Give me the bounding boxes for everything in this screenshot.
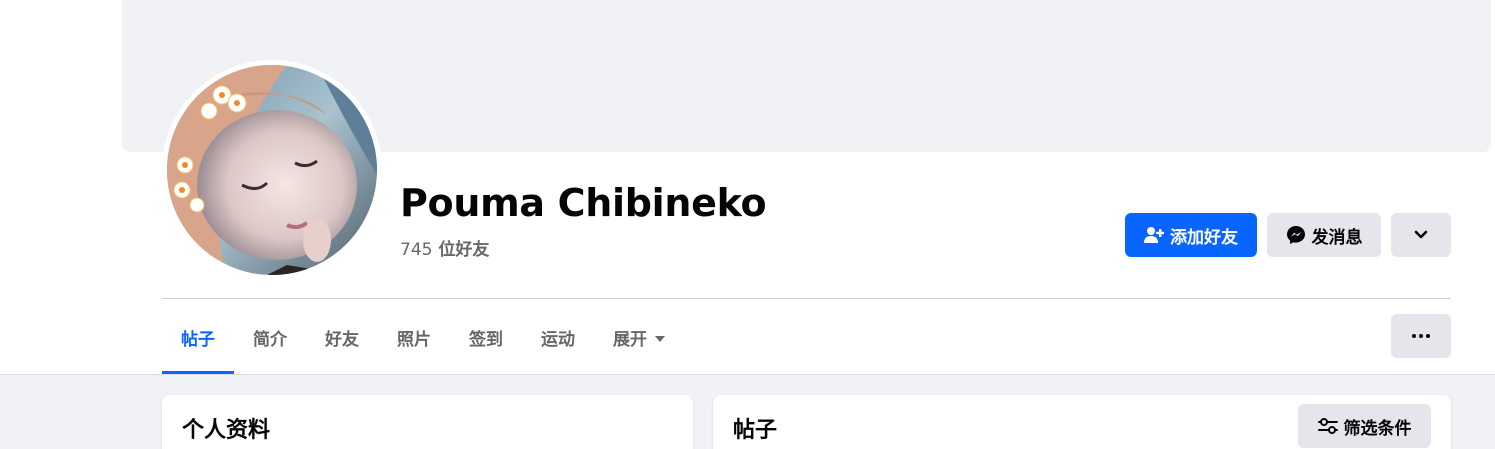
tab-label: 简介 [253, 329, 287, 350]
profile-name: Pouma Chibineko [400, 181, 767, 225]
add-friend-button[interactable]: 添加好友 [1125, 213, 1257, 257]
tab-posts[interactable]: 帖子 [162, 300, 234, 374]
more-options-button[interactable] [1391, 314, 1451, 358]
tab-label: 帖子 [181, 329, 215, 350]
posts-title: 帖子 [733, 418, 778, 443]
friends-count-number: 745 [400, 240, 433, 260]
message-label: 发消息 [1311, 227, 1363, 247]
messenger-icon [1286, 225, 1306, 245]
tab-label: 展开 [613, 329, 647, 350]
message-button[interactable]: 发消息 [1267, 213, 1381, 257]
tab-sports[interactable]: 运动 [522, 300, 594, 374]
filter-label: 筛选条件 [1343, 418, 1412, 438]
tab-more[interactable]: 展开 [594, 300, 684, 374]
profile-page: Pouma Chibineko 745 位好友 添加好友 发消息 帖子 简介 好… [0, 0, 1495, 449]
profile-picture[interactable] [162, 60, 382, 280]
filter-button[interactable]: 筛选条件 [1298, 404, 1431, 448]
tab-label: 照片 [397, 329, 431, 350]
chevron-down-icon [1414, 230, 1428, 240]
tab-photos[interactable]: 照片 [378, 300, 450, 374]
tab-about[interactable]: 简介 [234, 300, 306, 374]
profile-options-button[interactable] [1391, 213, 1451, 257]
avatar-image [167, 65, 377, 275]
friends-count[interactable]: 745 位好友 [400, 235, 489, 260]
about-title: 个人资料 [182, 418, 271, 443]
header-divider [162, 298, 1451, 299]
add-friend-label: 添加好友 [1170, 227, 1238, 247]
tab-label: 运动 [541, 329, 575, 350]
friends-count-label: 位好友 [438, 240, 490, 260]
caret-down-icon [655, 327, 665, 347]
tab-label: 好友 [325, 329, 359, 350]
tab-friends[interactable]: 好友 [306, 300, 378, 374]
about-card: 个人资料 [162, 395, 693, 449]
posts-card: 帖子 筛选条件 [713, 395, 1451, 449]
filter-sliders-icon [1317, 418, 1338, 434]
tab-label: 签到 [469, 329, 503, 350]
tab-checkins[interactable]: 签到 [450, 300, 522, 374]
profile-tabs: 帖子 简介 好友 照片 签到 运动 展开 [162, 300, 684, 374]
more-dots-icon [1412, 334, 1430, 338]
add-person-icon [1144, 226, 1164, 244]
